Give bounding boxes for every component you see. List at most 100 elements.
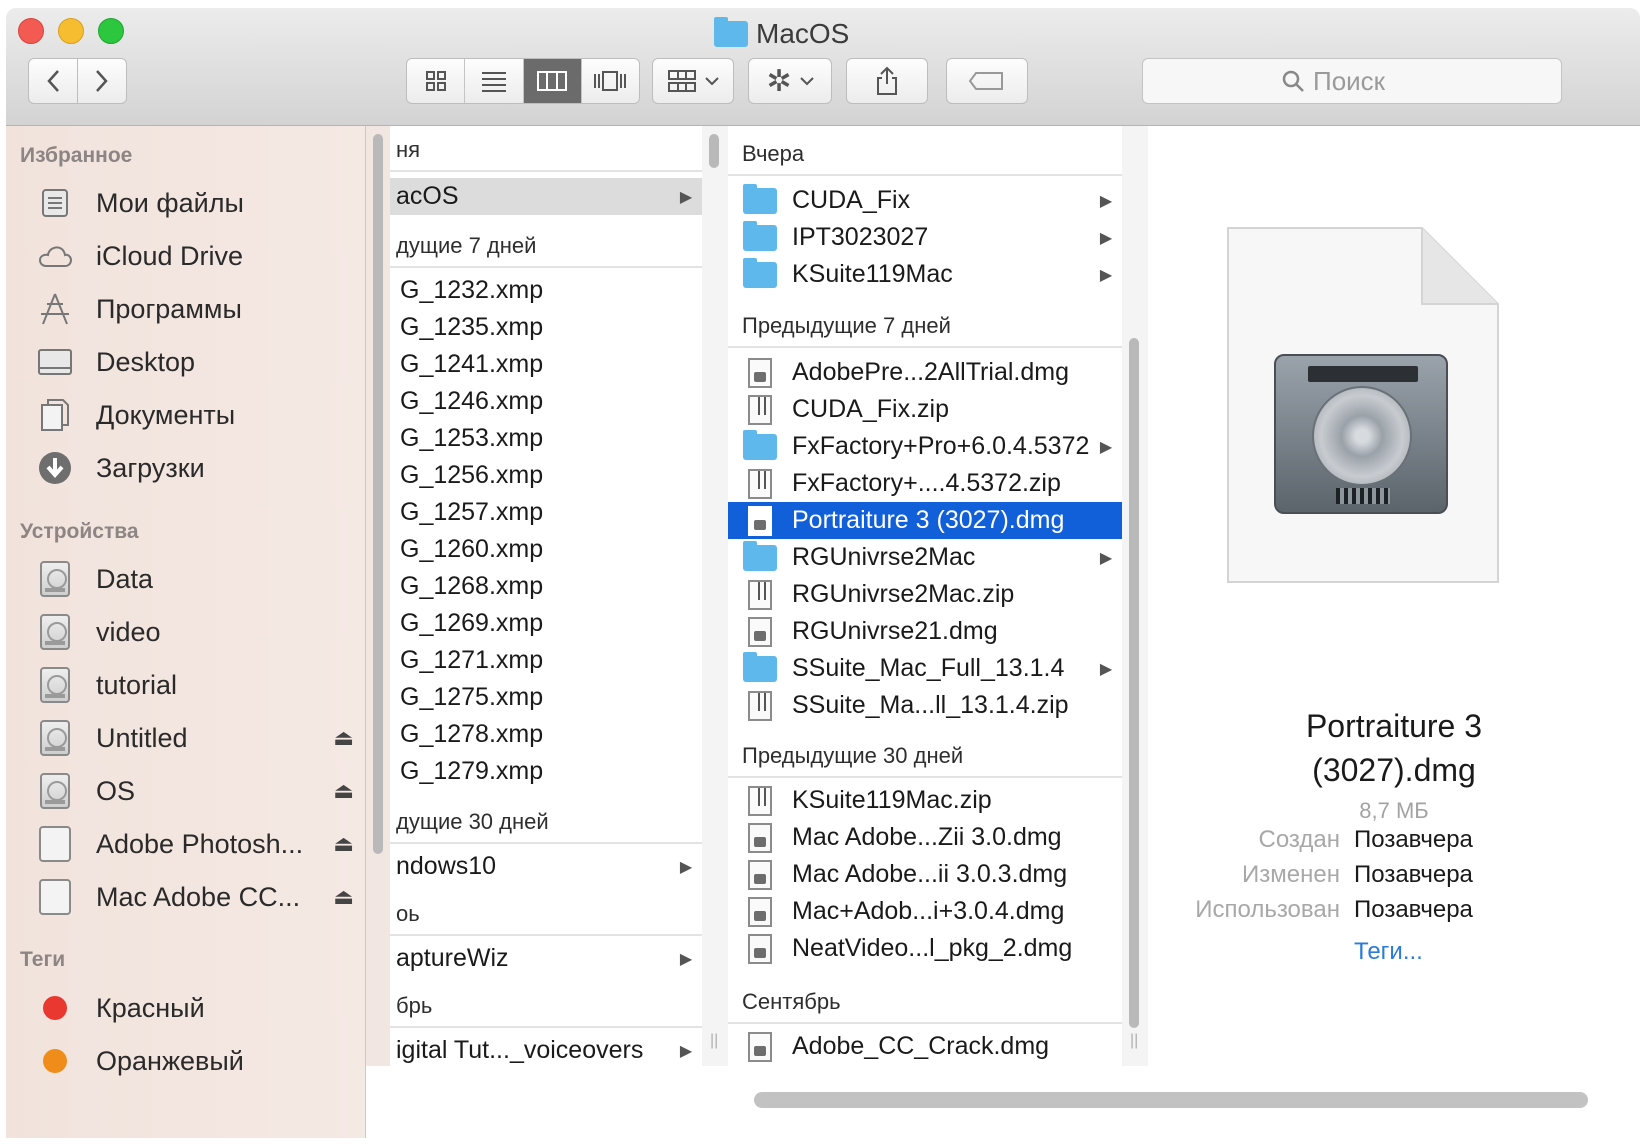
sidebar-item-tag-red[interactable]: Красный xyxy=(36,985,354,1031)
disclosure-arrow-icon: ▶ xyxy=(1099,266,1113,284)
column-divider[interactable]: || xyxy=(702,126,728,1066)
list-item-file[interactable]: Mac Adobe...ii 3.0.3.dmg xyxy=(728,856,1122,893)
list-item-folder[interactable]: KSuite119Mac ▶ xyxy=(728,256,1122,293)
list-item[interactable]: G_1241.xmp xyxy=(390,346,702,383)
close-button[interactable] xyxy=(18,18,44,44)
view-switcher xyxy=(406,58,640,104)
preview-pane: Portraiture 3 (3027).dmg 8,7 МБ Создан П… xyxy=(1148,126,1640,1066)
eject-icon[interactable]: ⏏ xyxy=(333,778,354,804)
list-item-file[interactable]: NeatVideo...l_pkg_2.dmg xyxy=(728,930,1122,967)
list-item-folder[interactable]: RGUnivrse2Mac ▶ xyxy=(728,539,1122,576)
chevron-down-icon xyxy=(799,77,814,86)
sidebar-item-downloads[interactable]: Загрузки xyxy=(36,445,354,491)
list-item[interactable]: G_1279.xmp xyxy=(390,753,702,790)
group-header: Сентябрь xyxy=(728,982,1122,1024)
list-item[interactable]: G_1232.xmp xyxy=(390,272,702,309)
eject-icon[interactable]: ⏏ xyxy=(333,831,354,857)
list-item[interactable]: G_1246.xmp xyxy=(390,383,702,420)
sidebar-item-device-mac-adobe-cc[interactable]: Mac Adobe CC... ⏏ xyxy=(36,874,354,920)
disclosure-arrow-icon: ▶ xyxy=(1099,660,1113,678)
icon-view-button[interactable] xyxy=(407,59,466,103)
column-resize-handle[interactable]: || xyxy=(710,1032,718,1050)
search-field[interactable] xyxy=(1142,58,1562,104)
sidebar-item-icloud[interactable]: iCloud Drive xyxy=(36,233,354,279)
list-item[interactable]: G_1235.xmp xyxy=(390,309,702,346)
coverflow-view-button[interactable] xyxy=(581,59,639,103)
sidebar-item-label: Mac Adobe CC... xyxy=(96,881,301,912)
scrollbar-thumb[interactable] xyxy=(373,134,383,854)
hard-disk-icon xyxy=(40,561,70,597)
sidebar-item-device-os[interactable]: OS ⏏ xyxy=(36,768,354,814)
list-item-file[interactable]: RGUnivrse2Mac.zip xyxy=(728,576,1122,613)
horizontal-scrollbar[interactable] xyxy=(368,1066,1640,1138)
item-name: Adobe_CC_Crack.dmg xyxy=(792,1032,1050,1060)
list-item-file[interactable]: RGUnivrse21.dmg xyxy=(728,613,1122,650)
scrollbar-thumb[interactable] xyxy=(754,1092,1588,1108)
search-input[interactable] xyxy=(1313,65,1423,97)
list-item[interactable]: G_1269.xmp xyxy=(390,605,702,642)
column-divider[interactable] xyxy=(366,126,390,1066)
arrange-grid-icon xyxy=(668,70,696,92)
list-item-folder[interactable]: FxFactory+Pro+6.0.4.5372 ▶ xyxy=(728,428,1122,465)
list-item-folder-capturewiz[interactable]: aptureWiz ▶ xyxy=(390,940,702,977)
list-item-file[interactable]: KSuite119Mac.zip xyxy=(728,782,1122,819)
sidebar-item-device-tutorial[interactable]: tutorial xyxy=(36,662,354,708)
list-item-folder[interactable]: CUDA_Fix ▶ xyxy=(728,182,1122,219)
item-name: NeatVideo...l_pkg_2.dmg xyxy=(792,934,1073,962)
column-divider[interactable]: || xyxy=(1122,126,1148,1066)
hard-disk-icon xyxy=(40,614,70,650)
list-item-file[interactable]: AdobePre...2AllTrial.dmg xyxy=(728,354,1122,391)
list-item-file[interactable]: CUDA_Fix.zip xyxy=(728,391,1122,428)
zoom-button[interactable] xyxy=(98,18,124,44)
action-button[interactable]: ✲ xyxy=(748,58,832,104)
minimize-button[interactable] xyxy=(58,18,84,44)
sidebar-item-device-untitled[interactable]: Untitled ⏏ xyxy=(36,715,354,761)
list-item-file[interactable]: FxFactory+....4.5372.zip xyxy=(728,465,1122,502)
sidebar-item-applications[interactable]: Программы xyxy=(36,286,354,332)
scrollbar-thumb[interactable] xyxy=(1129,338,1139,1028)
list-item[interactable]: G_1256.xmp xyxy=(390,457,702,494)
list-item-file[interactable]: Mac+Adob...i+3.0.4.dmg xyxy=(728,893,1122,930)
sidebar-item-device-data[interactable]: Data xyxy=(36,556,354,602)
column-resize-handle[interactable]: || xyxy=(1130,1032,1138,1050)
sidebar-item-documents[interactable]: Документы xyxy=(36,392,354,438)
folder-icon xyxy=(743,429,777,460)
list-item[interactable]: G_1257.xmp xyxy=(390,494,702,531)
list-item-file[interactable]: Mac Adobe...Zii 3.0.dmg xyxy=(728,819,1122,856)
eject-icon[interactable]: ⏏ xyxy=(333,725,354,751)
list-item[interactable]: G_1260.xmp xyxy=(390,531,702,568)
list-item[interactable]: G_1253.xmp xyxy=(390,420,702,457)
forward-button[interactable] xyxy=(77,58,127,104)
sidebar-item-device-adobe-photoshop[interactable]: Adobe Photosh... ⏏ xyxy=(36,821,354,867)
list-item[interactable]: G_1278.xmp xyxy=(390,716,702,753)
add-tags-link[interactable]: Теги... xyxy=(1354,938,1423,966)
list-view-button[interactable] xyxy=(465,59,524,103)
list-item-file[interactable]: Adobe_CC_Crack.dmg xyxy=(728,1028,1122,1065)
share-button[interactable] xyxy=(846,58,928,104)
list-item-file[interactable]: SSuite_Ma...ll_13.1.4.zip xyxy=(728,687,1122,724)
sidebar-item-tag-orange[interactable]: Оранжевый xyxy=(36,1038,354,1084)
arrange-button[interactable] xyxy=(652,58,734,104)
list-item-folder-digital-tutors[interactable]: igital Tut..._voiceovers ▶ xyxy=(390,1032,702,1066)
list-view-icon xyxy=(481,72,506,92)
list-item[interactable]: G_1275.xmp xyxy=(390,679,702,716)
list-item[interactable]: G_1268.xmp xyxy=(390,568,702,605)
list-item-folder[interactable]: SSuite_Mac_Full_13.1.4 ▶ xyxy=(728,650,1122,687)
hard-disk-icon xyxy=(40,773,70,809)
disk-image-icon xyxy=(748,822,772,853)
list-item-folder-macos[interactable]: acOS ▶ xyxy=(390,178,702,215)
sidebar-item-desktop[interactable]: Desktop xyxy=(36,339,354,385)
list-item-folder[interactable]: IPT3023027 ▶ xyxy=(728,219,1122,256)
sidebar-item-label: tutorial xyxy=(96,669,178,700)
list-item[interactable]: G_1271.xmp xyxy=(390,642,702,679)
list-item-file-selected[interactable]: Portraiture 3 (3027).dmg xyxy=(728,502,1122,539)
sidebar-item-device-video[interactable]: video xyxy=(36,609,354,655)
back-button[interactable] xyxy=(28,58,78,104)
disk-image-icon xyxy=(748,616,772,647)
edit-tags-button[interactable] xyxy=(946,58,1028,104)
sidebar-item-all-files[interactable]: Мои файлы xyxy=(36,180,354,226)
scrollbar-thumb[interactable] xyxy=(709,134,719,168)
column-view-button[interactable] xyxy=(523,59,582,103)
eject-icon[interactable]: ⏏ xyxy=(333,884,354,910)
list-item-folder-windows10[interactable]: ndows10 ▶ xyxy=(390,848,702,885)
